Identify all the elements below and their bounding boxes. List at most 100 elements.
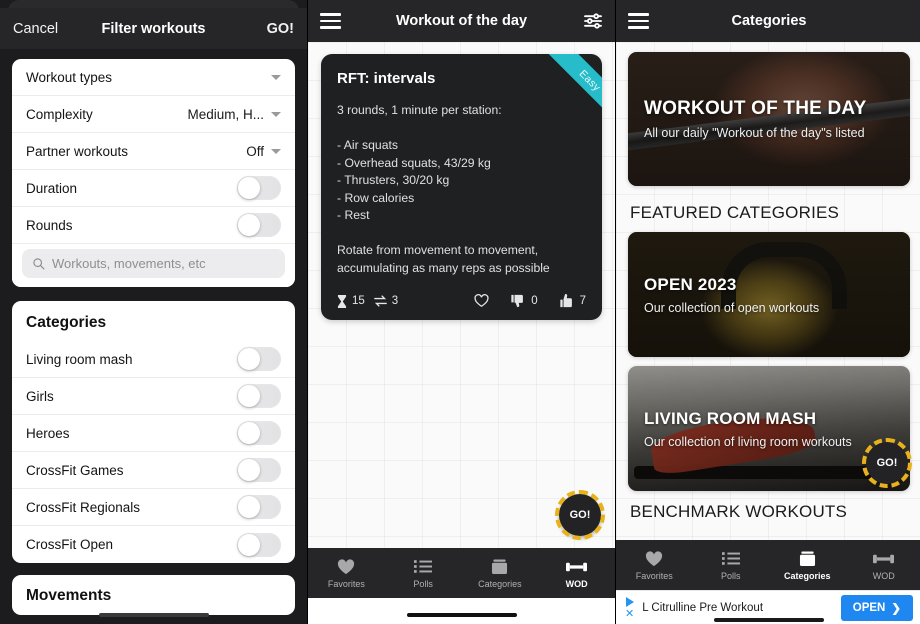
- hero-title: WORKOUT OF THE DAY: [644, 98, 867, 119]
- search-icon: [32, 257, 45, 270]
- categories-filter-card: Categories Living room mash Girls Heroes…: [12, 301, 295, 563]
- tab-label: WOD: [872, 571, 895, 581]
- wod-header: Workout of the day: [308, 0, 615, 42]
- tab-categories[interactable]: Categories: [462, 557, 539, 589]
- tab-polls[interactable]: Polls: [385, 557, 462, 589]
- search-field[interactable]: Workouts, movements, etc: [22, 249, 285, 278]
- wod-scroll-area: Easy RFT: intervals 3 rounds, 1 minute p…: [308, 42, 615, 548]
- folder-icon: [491, 557, 508, 576]
- heart-icon: [645, 549, 663, 568]
- category-card-title: OPEN 2023: [644, 274, 737, 294]
- toggle-knob: [238, 496, 260, 518]
- hourglass-icon: [337, 294, 347, 308]
- folder-icon: [799, 549, 816, 568]
- home-indicator: [714, 617, 824, 622]
- tab-label: WOD: [565, 579, 588, 589]
- hamburger-icon[interactable]: [628, 13, 649, 29]
- toggle-knob: [238, 177, 260, 199]
- category-row-living-room-mash[interactable]: Living room mash: [12, 341, 295, 378]
- categories-scroll-area: WORKOUT OF THE DAY All our daily "Workou…: [616, 42, 920, 540]
- tab-label: Polls: [413, 579, 433, 589]
- toggle-knob: [238, 422, 260, 444]
- tab-label: Favorites: [327, 579, 365, 589]
- list-icon: [414, 557, 433, 576]
- workout-card[interactable]: Easy RFT: intervals 3 rounds, 1 minute p…: [321, 54, 602, 320]
- categories-section-title: Categories: [26, 314, 107, 331]
- filter-row-duration[interactable]: Duration: [12, 170, 295, 207]
- category-toggle[interactable]: [237, 495, 281, 519]
- category-label: Heroes: [26, 425, 70, 441]
- filter-row-label: Partner workouts: [26, 143, 129, 159]
- dumbbell-icon: [873, 549, 895, 568]
- hamburger-icon[interactable]: [320, 13, 341, 29]
- benchmark-workouts-heading: BENCHMARK WORKOUTS: [630, 502, 848, 521]
- cancel-button[interactable]: Cancel: [13, 21, 58, 37]
- list-icon: [721, 549, 740, 568]
- movements-card[interactable]: Movements: [12, 575, 295, 615]
- favorite-button[interactable]: [474, 294, 489, 308]
- tab-wod[interactable]: WOD: [538, 557, 615, 589]
- filter-row-value: Off: [246, 143, 264, 159]
- filter-row-label: Duration: [26, 180, 78, 196]
- workout-stats: 15 3: [337, 294, 398, 308]
- ad-open-button[interactable]: OPEN ❯: [840, 594, 913, 621]
- like-button[interactable]: 7: [559, 294, 586, 308]
- go-button[interactable]: GO!: [267, 21, 294, 37]
- ad-banner[interactable]: ✕ L Citrulline Pre Workout OPEN ❯: [616, 590, 920, 624]
- toggle-knob: [238, 533, 260, 556]
- category-toggle[interactable]: [237, 347, 281, 371]
- filter-options-card: Workout types Complexity Medium, H... Pa…: [12, 59, 295, 287]
- search-placeholder: Workouts, movements, etc: [52, 256, 206, 271]
- category-row-crossfit-regionals[interactable]: CrossFit Regionals: [12, 489, 295, 526]
- toggle-knob: [238, 459, 260, 481]
- category-row-heroes[interactable]: Heroes: [12, 415, 295, 452]
- ad-play-icon: [625, 597, 634, 607]
- movements-section-title: Movements: [26, 587, 112, 604]
- go-floating-button[interactable]: GO!: [555, 490, 605, 540]
- filter-row-workout-types[interactable]: Workout types: [12, 59, 295, 96]
- tab-label: Categories: [478, 579, 522, 589]
- category-toggle[interactable]: [237, 384, 281, 408]
- featured-categories-heading: FEATURED CATEGORIES: [630, 203, 840, 222]
- filter-row-value-group: Medium, H...: [187, 107, 281, 122]
- ad-text: L Citrulline Pre Workout: [642, 601, 764, 614]
- sliders-icon[interactable]: [583, 13, 603, 29]
- category-row-crossfit-games[interactable]: CrossFit Games: [12, 452, 295, 489]
- tab-favorites[interactable]: Favorites: [308, 557, 385, 589]
- page-title: Workout of the day: [395, 13, 528, 29]
- category-label: CrossFit Open: [26, 537, 114, 552]
- close-icon[interactable]: ✕: [625, 609, 634, 620]
- filter-row-rounds[interactable]: Rounds: [12, 207, 295, 244]
- category-card-text: OPEN 2023 Our collection of open workout…: [644, 275, 894, 315]
- category-card-open-2023[interactable]: OPEN 2023 Our collection of open workout…: [628, 232, 910, 357]
- dislike-button[interactable]: 0: [511, 294, 538, 308]
- tab-favorites[interactable]: Favorites: [616, 549, 693, 581]
- tab-wod[interactable]: WOD: [846, 549, 920, 581]
- category-label: CrossFit Games: [26, 462, 124, 478]
- hero-card-workout-of-the-day[interactable]: WORKOUT OF THE DAY All our daily "Workou…: [628, 52, 910, 186]
- difficulty-badge: Easy: [510, 54, 602, 146]
- filter-row-complexity[interactable]: Complexity Medium, H...: [12, 96, 295, 133]
- category-toggle[interactable]: [237, 458, 281, 482]
- category-row-girls[interactable]: Girls: [12, 378, 295, 415]
- duration-toggle[interactable]: [237, 176, 281, 200]
- category-row-crossfit-open[interactable]: CrossFit Open: [12, 526, 295, 563]
- category-toggle[interactable]: [237, 532, 281, 557]
- filter-row-value: Medium, H...: [187, 106, 264, 122]
- rounds-toggle[interactable]: [237, 213, 281, 237]
- workout-actions: 0 7: [474, 294, 586, 308]
- chevron-right-icon: ❯: [891, 602, 901, 615]
- bottom-tab-bar: Favorites Polls Categories WOD: [308, 548, 615, 598]
- category-toggle[interactable]: [237, 421, 281, 445]
- go-floating-button-label: GO!: [876, 457, 898, 469]
- tab-polls[interactable]: Polls: [693, 549, 770, 581]
- workout-card-footer: 15 3 0 7: [337, 294, 586, 308]
- filter-row-partner-workouts[interactable]: Partner workouts Off: [12, 133, 295, 170]
- heart-icon: [337, 557, 355, 576]
- tab-categories[interactable]: Categories: [769, 549, 846, 581]
- categories-panel: Categories WORKOUT OF THE DAY All our da…: [616, 0, 920, 624]
- filter-row-value-group: Off: [246, 144, 281, 159]
- filter-row-label: Complexity: [26, 106, 93, 122]
- page-title: Categories: [731, 13, 807, 29]
- thumbs-down-icon: [511, 294, 525, 308]
